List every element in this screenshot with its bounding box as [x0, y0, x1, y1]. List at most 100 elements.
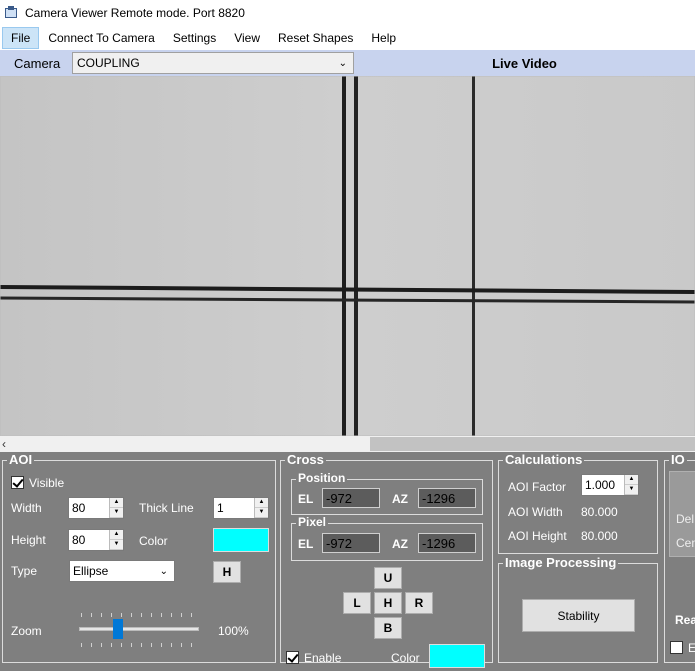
- cross-color-swatch[interactable]: [429, 644, 485, 668]
- cross-right-label: R: [414, 596, 424, 610]
- spin-down-icon[interactable]: ▼: [110, 540, 123, 550]
- video-display[interactable]: [0, 76, 695, 436]
- aoi-width-stepper[interactable]: 80 ▲ ▼: [68, 497, 124, 519]
- menu-view[interactable]: View: [225, 27, 269, 49]
- stability-button-label: Stability: [557, 608, 600, 623]
- cross-position-group: Position EL -972 AZ -1296: [291, 471, 483, 515]
- image-processing-title: Image Processing: [503, 555, 619, 570]
- io-del-label: Del: [676, 512, 695, 526]
- aoi-thick-line-label: Thick Line: [139, 501, 194, 515]
- aoi-width-value: 80: [72, 501, 86, 515]
- aoi-type-label: Type: [11, 564, 38, 578]
- aoi-visible-checkbox[interactable]: [11, 476, 24, 489]
- video-frame: [0, 76, 695, 436]
- vertical-wire-2: [354, 76, 358, 436]
- aoi-factor-label: AOI Factor: [508, 480, 567, 494]
- pos-el-value: -972: [322, 488, 380, 508]
- live-video-label: Live Video: [492, 55, 557, 71]
- cross-down-button[interactable]: B: [374, 617, 402, 639]
- aoi-height-calc-label: AOI Height: [508, 529, 567, 543]
- zoom-slider[interactable]: [77, 613, 201, 647]
- pos-el-label: EL: [298, 492, 314, 506]
- aoi-zoom-value: 100%: [218, 624, 249, 638]
- camera-select-value: COUPLING: [77, 56, 140, 70]
- cross-right-button[interactable]: R: [405, 592, 433, 614]
- pos-az-value: -1296: [418, 488, 476, 508]
- aoi-height-label: Height: [11, 533, 46, 547]
- spin-up-icon[interactable]: ▲: [110, 530, 123, 540]
- aoi-type-value: Ellipse: [73, 564, 109, 578]
- aoi-width-label: Width: [11, 501, 42, 515]
- aoi-height-stepper[interactable]: 80 ▲ ▼: [68, 529, 124, 551]
- io-e-label: E: [688, 641, 695, 655]
- menu-help[interactable]: Help: [362, 27, 405, 49]
- spin-up-icon[interactable]: ▲: [625, 475, 638, 485]
- menu-bar: File Connect To Camera Settings View Res…: [0, 26, 695, 50]
- pos-az-label: AZ: [392, 492, 408, 506]
- pix-az-value: -1296: [418, 533, 476, 553]
- aoi-width-calc-value: 80.000: [581, 505, 618, 519]
- menu-settings[interactable]: Settings: [164, 27, 225, 49]
- video-background: [0, 76, 695, 436]
- cross-group: Cross Position EL -972 AZ -1296 Pixel EL…: [280, 452, 493, 668]
- cross-left-button[interactable]: L: [343, 592, 371, 614]
- io-rea-label: Rea: [675, 613, 695, 627]
- cross-position-title: Position: [296, 471, 348, 485]
- aoi-color-label: Color: [139, 534, 168, 548]
- cross-enable-label: Enable: [304, 651, 342, 665]
- cross-down-label: B: [383, 621, 393, 635]
- cross-left-label: L: [353, 596, 361, 610]
- cross-color-label: Color: [391, 651, 420, 665]
- aoi-thick-line-stepper[interactable]: 1 ▲ ▼: [213, 497, 269, 519]
- menu-reset-shapes[interactable]: Reset Shapes: [269, 27, 362, 49]
- cross-up-label: U: [383, 571, 393, 585]
- scroll-left-arrow-icon[interactable]: ‹: [2, 437, 6, 451]
- spin-up-icon[interactable]: ▲: [255, 498, 268, 508]
- stability-button[interactable]: Stability: [522, 599, 635, 632]
- cross-enable-checkbox[interactable]: [286, 651, 299, 664]
- cross-pixel-group: Pixel EL -972 AZ -1296: [291, 515, 483, 561]
- app-camera-icon: [5, 6, 19, 20]
- aoi-h-button-label: H: [222, 565, 232, 579]
- spin-up-icon[interactable]: ▲: [110, 498, 123, 508]
- vertical-wire-3: [472, 76, 475, 436]
- cross-home-label: H: [383, 596, 393, 610]
- camera-bar: Camera COUPLING ⌄ Live Video: [0, 50, 695, 76]
- title-bar: Camera Viewer Remote mode. Port 8820: [0, 0, 695, 26]
- cross-up-button[interactable]: U: [374, 567, 402, 589]
- camera-label: Camera: [14, 55, 61, 71]
- image-processing-group: Image Processing Stability: [498, 555, 658, 663]
- calculations-group: Calculations AOI Factor 1.000 ▲ ▼ AOI Wid…: [498, 452, 658, 554]
- control-panel: AOI Visible Width 80 ▲ ▼ Thick Line 1 ▲ ▼ …: [0, 452, 695, 671]
- aoi-type-select[interactable]: Ellipse ⌄: [69, 560, 175, 582]
- menu-file[interactable]: File: [2, 27, 40, 49]
- camera-select[interactable]: COUPLING ⌄: [72, 52, 354, 74]
- pix-el-value: -972: [322, 533, 380, 553]
- aoi-h-button[interactable]: H: [213, 561, 241, 583]
- pix-az-label: AZ: [392, 537, 408, 551]
- chevron-down-icon: ⌄: [159, 565, 168, 577]
- spin-down-icon[interactable]: ▼: [625, 485, 638, 495]
- io-inner-panel: Del Cen: [669, 471, 695, 557]
- cross-home-button[interactable]: H: [374, 592, 402, 614]
- aoi-height-calc-value: 80.000: [581, 529, 618, 543]
- aoi-title: AOI: [7, 452, 35, 467]
- aoi-color-swatch[interactable]: [213, 528, 269, 552]
- aoi-factor-value: 1.000: [585, 478, 616, 492]
- spin-down-icon[interactable]: ▼: [255, 508, 268, 518]
- menu-connect-to-camera[interactable]: Connect To Camera: [39, 27, 164, 49]
- zoom-slider-thumb[interactable]: [113, 619, 123, 639]
- aoi-factor-stepper[interactable]: 1.000 ▲ ▼: [581, 474, 639, 496]
- io-enable-checkbox[interactable]: [670, 641, 683, 654]
- video-horizontal-scrollbar[interactable]: ‹: [0, 436, 695, 452]
- spin-down-icon[interactable]: ▼: [110, 508, 123, 518]
- vertical-wire-1: [342, 76, 346, 436]
- chevron-down-icon: ⌄: [338, 57, 347, 69]
- io-cen-label: Cen: [676, 536, 695, 550]
- scrollbar-thumb[interactable]: [370, 437, 695, 451]
- pix-el-label: EL: [298, 537, 314, 551]
- io-title: IO: [669, 452, 687, 467]
- aoi-group: AOI Visible Width 80 ▲ ▼ Thick Line 1 ▲ ▼ …: [2, 452, 276, 663]
- aoi-visible-label: Visible: [29, 476, 65, 490]
- io-group: IO Del Cen Rea E: [664, 452, 695, 663]
